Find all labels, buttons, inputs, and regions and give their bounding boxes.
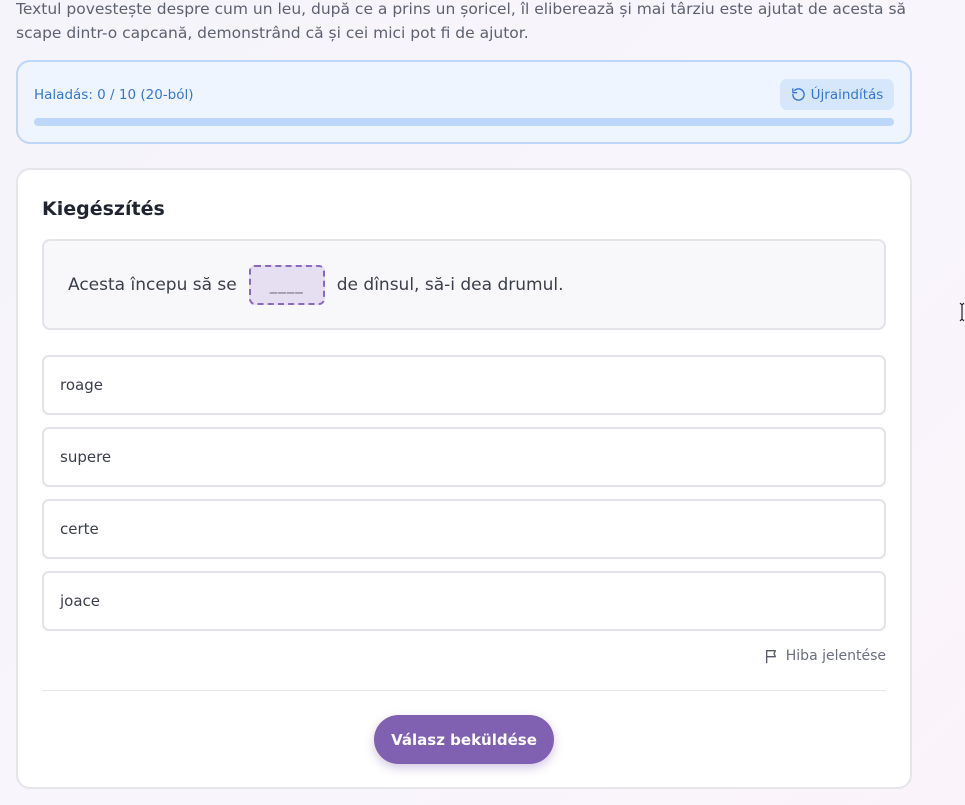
option-label: joace: [60, 592, 101, 610]
report-label: Hiba jelentése: [785, 648, 886, 664]
restart-label: Újraindítás: [810, 86, 884, 103]
text-cursor-icon: [959, 302, 965, 322]
flag-icon: [765, 650, 776, 664]
option-label: certe: [60, 520, 99, 538]
restart-icon: [791, 88, 805, 101]
option-supere[interactable]: supere: [42, 427, 886, 487]
sentence-box: Acesta începu să se ____ de dînsul, să-i…: [42, 239, 886, 330]
answer-options: roage supere certe joace: [42, 355, 886, 643]
option-certe[interactable]: certe: [42, 499, 886, 559]
answer-blank[interactable]: ____: [248, 264, 325, 305]
option-joace[interactable]: joace: [42, 571, 886, 631]
sentence-before: Acesta începu să se: [68, 274, 237, 295]
story-summary: Textul povestește despre cum un leu, dup…: [16, 0, 907, 42]
progress-label: Haladás: 0 / 10 (20-ból): [34, 87, 194, 103]
report-error-link[interactable]: Hiba jelentése: [764, 648, 886, 664]
option-label: supere: [60, 448, 112, 466]
progress-panel: Haladás: 0 / 10 (20-ból) Újraindítás: [16, 60, 912, 144]
restart-button[interactable]: Újraindítás: [780, 79, 894, 110]
submit-answer-button[interactable]: Válasz beküldése: [374, 715, 554, 764]
option-roage[interactable]: roage: [42, 355, 886, 415]
sentence-after: de dînsul, să-i dea drumul.: [336, 274, 564, 295]
divider: [42, 690, 886, 691]
progress-bar: [34, 118, 894, 126]
quiz-card: Kiegészítés Acesta începu să se ____ de …: [16, 168, 912, 789]
quiz-title: Kiegészítés: [42, 198, 165, 220]
option-label: roage: [60, 376, 103, 394]
